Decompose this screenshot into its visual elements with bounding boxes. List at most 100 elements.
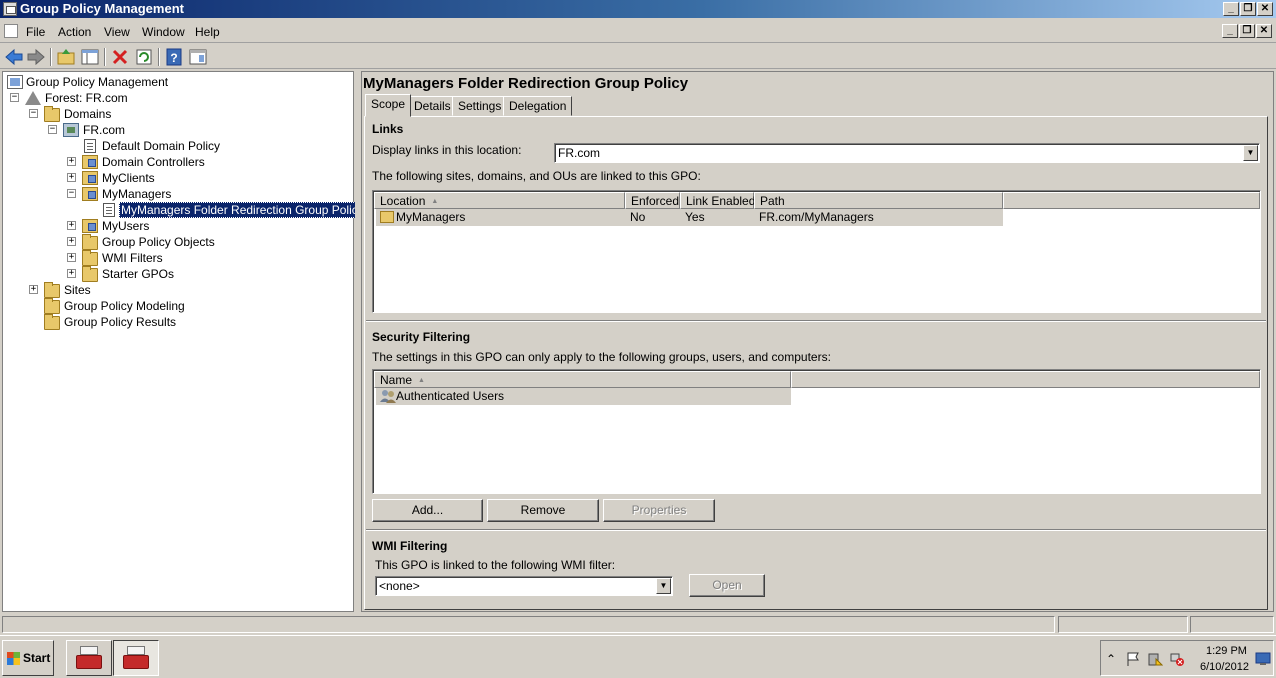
help-icon[interactable]: ?	[164, 47, 184, 67]
action-center-flag-icon[interactable]	[1125, 651, 1141, 667]
tab-settings[interactable]: Settings	[452, 96, 508, 116]
wmi-info: This GPO is linked to the following WMI …	[375, 558, 616, 572]
expand-myusers[interactable]: +	[67, 221, 76, 230]
gpo-title: MyManagers Folder Redirection Group Poli…	[363, 75, 689, 92]
network-error-icon[interactable]	[1169, 651, 1185, 667]
properties-icon[interactable]	[188, 47, 208, 67]
expand-gpo-objects[interactable]: +	[67, 237, 76, 246]
expand-starter-gpos[interactable]: +	[67, 269, 76, 278]
cell-path: FR.com/MyManagers	[759, 210, 874, 224]
tab-scope[interactable]: Scope	[365, 94, 412, 117]
sort-asc-icon: ▲	[431, 197, 439, 205]
up-folder-icon[interactable]	[56, 47, 76, 67]
child-close-button[interactable]: ✕	[1256, 24, 1272, 38]
cell-name: Authenticated Users	[396, 389, 505, 403]
menu-window[interactable]: Window	[142, 25, 185, 39]
menu-view[interactable]: View	[104, 25, 130, 39]
document-icon[interactable]	[4, 24, 18, 38]
show-hide-tree-icon[interactable]	[80, 47, 100, 67]
tree-label: Sites	[64, 283, 91, 297]
ou-icon	[82, 155, 98, 169]
cell-location: MyManagers	[396, 210, 466, 224]
users-group-icon	[380, 390, 396, 403]
start-button[interactable]: Start	[2, 640, 54, 676]
collapse-mymanagers[interactable]: −	[67, 189, 76, 198]
column-name[interactable]: Name ▲	[374, 371, 791, 388]
maximize-button[interactable]: ❐	[1240, 2, 1256, 16]
location-combo[interactable]: FR.com ▼	[554, 143, 1260, 163]
svg-text:?: ?	[170, 51, 177, 65]
taskbar-app-server-manager[interactable]	[66, 640, 112, 676]
console-tree[interactable]: Group Policy Management − Forest: FR.com…	[2, 71, 366, 612]
clock-date[interactable]: 6/10/2012	[1200, 661, 1249, 673]
start-label: Start	[23, 651, 51, 665]
back-icon[interactable]	[4, 47, 24, 67]
open-button[interactable]: Open	[689, 574, 765, 597]
expand-wmi-filters[interactable]: +	[67, 253, 76, 262]
tree-label: WMI Filters	[102, 251, 163, 265]
table-row[interactable]: Authenticated Users	[376, 388, 791, 405]
tab-details[interactable]: Details	[408, 96, 457, 116]
dropdown-arrow-icon[interactable]: ▼	[656, 578, 671, 594]
section-divider	[366, 529, 1266, 531]
title-bar: Group Policy Management _ ❐ ✕	[0, 0, 1276, 18]
column-enforced[interactable]: Enforced	[625, 192, 680, 209]
status-bar	[0, 614, 1276, 634]
toolbox-icon	[123, 646, 149, 670]
server-manager-tray-icon[interactable]	[1147, 651, 1163, 667]
status-panel-2	[1058, 616, 1188, 633]
column-path[interactable]: Path	[754, 192, 1003, 209]
menu-file[interactable]: File	[26, 25, 45, 39]
clock-time[interactable]: 1:29 PM	[1206, 645, 1247, 657]
delete-icon[interactable]	[110, 47, 130, 67]
collapse-domains[interactable]: −	[29, 109, 38, 118]
minimize-button[interactable]: _	[1223, 2, 1239, 16]
column-link-enabled[interactable]: Link Enabled	[680, 192, 755, 209]
wmi-heading: WMI Filtering	[372, 539, 448, 553]
column-label: Location	[380, 194, 426, 208]
table-row[interactable]: MyManagers No Yes FR.com/MyManagers	[376, 209, 1003, 226]
security-heading: Security Filtering	[372, 330, 471, 344]
taskbar-app-gpmc[interactable]	[113, 640, 159, 676]
expand-myclients[interactable]: +	[67, 173, 76, 182]
gpo-link-icon	[84, 139, 96, 153]
dropdown-arrow-icon[interactable]: ▼	[1243, 145, 1258, 161]
tree-label: MyClients	[102, 171, 155, 185]
security-list[interactable]: Name ▲ Authenticated Users	[372, 369, 1261, 494]
wmi-filter-combo[interactable]: <none> ▼	[375, 576, 673, 596]
tab-delegation[interactable]: Delegation	[503, 96, 573, 116]
expand-sites[interactable]: +	[29, 285, 38, 294]
column-location[interactable]: Location ▲	[374, 192, 625, 209]
tree-label: MyUsers	[102, 219, 150, 233]
domains-folder-icon	[44, 106, 60, 122]
tree-label: Group Policy Results	[64, 315, 177, 329]
properties-button[interactable]: Properties	[603, 499, 715, 522]
cell-enforced: No	[630, 210, 646, 224]
column-label: Path	[760, 194, 785, 208]
ou-icon	[82, 171, 98, 185]
app-icon	[3, 2, 17, 16]
toolbar: ?	[0, 44, 1276, 69]
show-hidden-icons-icon[interactable]: ⌃	[1103, 651, 1119, 667]
menu-action[interactable]: Action	[58, 25, 91, 39]
collapse-forest[interactable]: −	[10, 93, 19, 102]
expand-domain-controllers[interactable]: +	[67, 157, 76, 166]
remove-button[interactable]: Remove	[487, 499, 599, 522]
show-desktop-icon[interactable]	[1255, 651, 1271, 667]
menu-help[interactable]: Help	[195, 25, 220, 39]
add-button[interactable]: Add...	[372, 499, 483, 522]
tree-label: Default Domain Policy	[102, 139, 221, 153]
taskbar: Start ⌃ 1:29 PM 6/10/2012	[0, 635, 1276, 678]
links-list[interactable]: Location ▲ Enforced Link Enabled Path MyM…	[372, 190, 1261, 313]
location-label: Display links in this location:	[372, 143, 522, 157]
refresh-icon[interactable]	[134, 47, 154, 67]
close-button[interactable]: ✕	[1257, 2, 1273, 16]
column-label: Name	[380, 373, 413, 387]
forward-icon[interactable]	[26, 47, 46, 67]
collapse-domain[interactable]: −	[48, 125, 57, 134]
child-minimize-button[interactable]: _	[1222, 24, 1238, 38]
section-divider	[366, 320, 1266, 322]
child-maximize-button[interactable]: ❐	[1239, 24, 1255, 38]
cell-link-enabled: Yes	[685, 210, 705, 224]
column-label: Enforced	[631, 194, 680, 208]
